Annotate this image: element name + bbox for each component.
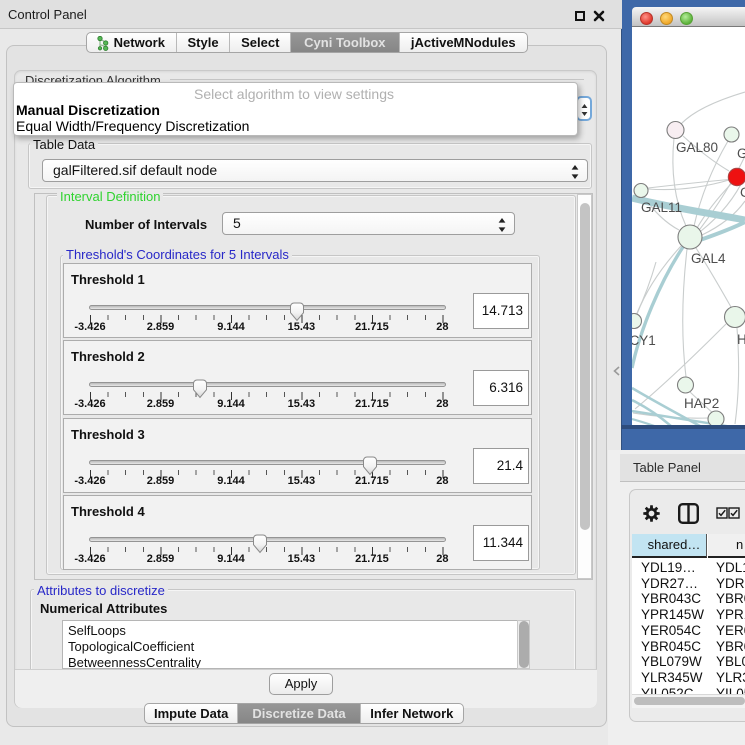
svg-text:GCY1: GCY1 xyxy=(632,333,656,348)
svg-text:HAP2: HAP2 xyxy=(684,396,719,411)
svg-text:GAL80: GAL80 xyxy=(676,140,718,155)
svg-text:HIS: HIS xyxy=(737,332,745,347)
svg-text:CD: CD xyxy=(740,185,745,200)
svg-text:GAL4: GAL4 xyxy=(691,251,726,266)
svg-text:GAL11: GAL11 xyxy=(641,200,682,215)
svg-text:GAL4: GAL4 xyxy=(737,146,745,161)
